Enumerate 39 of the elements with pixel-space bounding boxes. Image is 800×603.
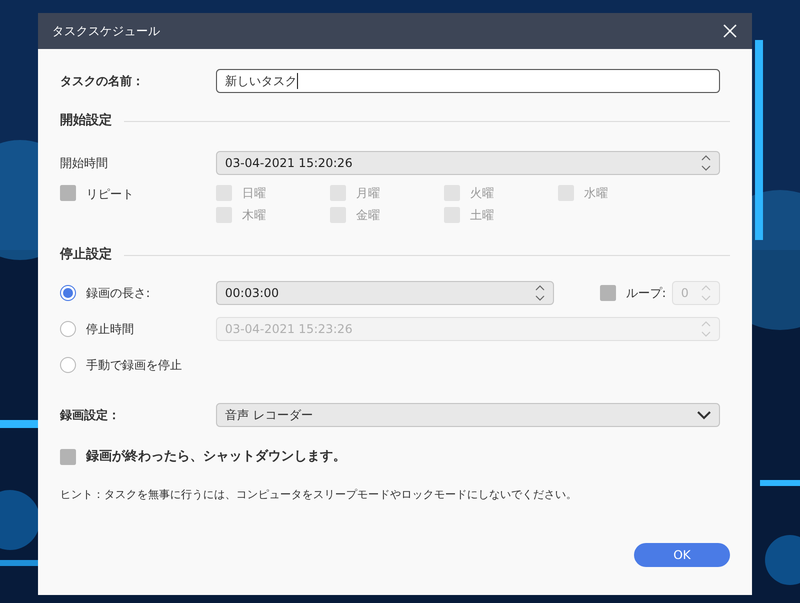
checkbox-label: ループ: [626, 285, 666, 302]
checkbox-label: 木曜 [242, 207, 266, 224]
section-heading: 開始設定 [60, 112, 112, 130]
spin-arrows-icon[interactable] [535, 284, 545, 302]
ok-button[interactable]: OK [634, 543, 730, 567]
field-label: 開始時間 [60, 155, 109, 172]
field-label: タスクの名前： [60, 73, 145, 90]
task-name-field[interactable]: 新しいタスク [216, 69, 720, 93]
field-value: 03-04-2021 15:20:26 [225, 155, 352, 172]
field-value: 0 [681, 285, 689, 302]
chevron-down-icon [697, 410, 711, 420]
recording-dropdown[interactable]: 音声 レコーダー [216, 403, 720, 427]
radio-label: 録画の長さ: [86, 285, 150, 302]
close-icon[interactable] [722, 23, 738, 39]
radio-label: 手動で録画を停止 [86, 357, 182, 374]
field-value: 03-04-2021 15:23:26 [225, 321, 352, 338]
checkbox-label: 日曜 [242, 185, 266, 202]
checkbox[interactable] [60, 185, 76, 201]
spin-arrows-icon[interactable] [701, 154, 711, 172]
checkbox-label: 録画が終わったら、シャットダウンします。 [86, 448, 346, 466]
field-value: 00:03:00 [225, 285, 279, 302]
checkbox-label: 土曜 [470, 207, 494, 224]
radio-label: 停止時間 [86, 321, 134, 338]
field-label: 録画設定： [60, 407, 121, 424]
checkbox-label: 月曜 [356, 185, 380, 202]
checkbox[interactable] [60, 448, 76, 465]
hint-text: ヒント：タスクを無事に行うには、コンピュータをスリープモードやロックモードにしないでください。 [60, 486, 578, 502]
dropdown-value: 音声 レコーダー [225, 407, 313, 424]
checkbox-label: 火曜 [470, 185, 494, 202]
start-time-field[interactable]: 03-04-2021 15:20:26 [216, 151, 720, 175]
section-heading: 停止設定 [60, 246, 112, 264]
checkbox-label: リピート [86, 186, 134, 203]
time-field[interactable]: 00:03:00 [216, 281, 554, 305]
window-title: タスクスケジュール [52, 23, 160, 40]
checkbox-label: 水曜 [584, 185, 608, 202]
field-value: 新しいタスク [225, 73, 297, 90]
radio-button[interactable] [60, 357, 76, 373]
radio-button[interactable] [60, 285, 76, 301]
checkbox-label: 金曜 [356, 207, 380, 224]
